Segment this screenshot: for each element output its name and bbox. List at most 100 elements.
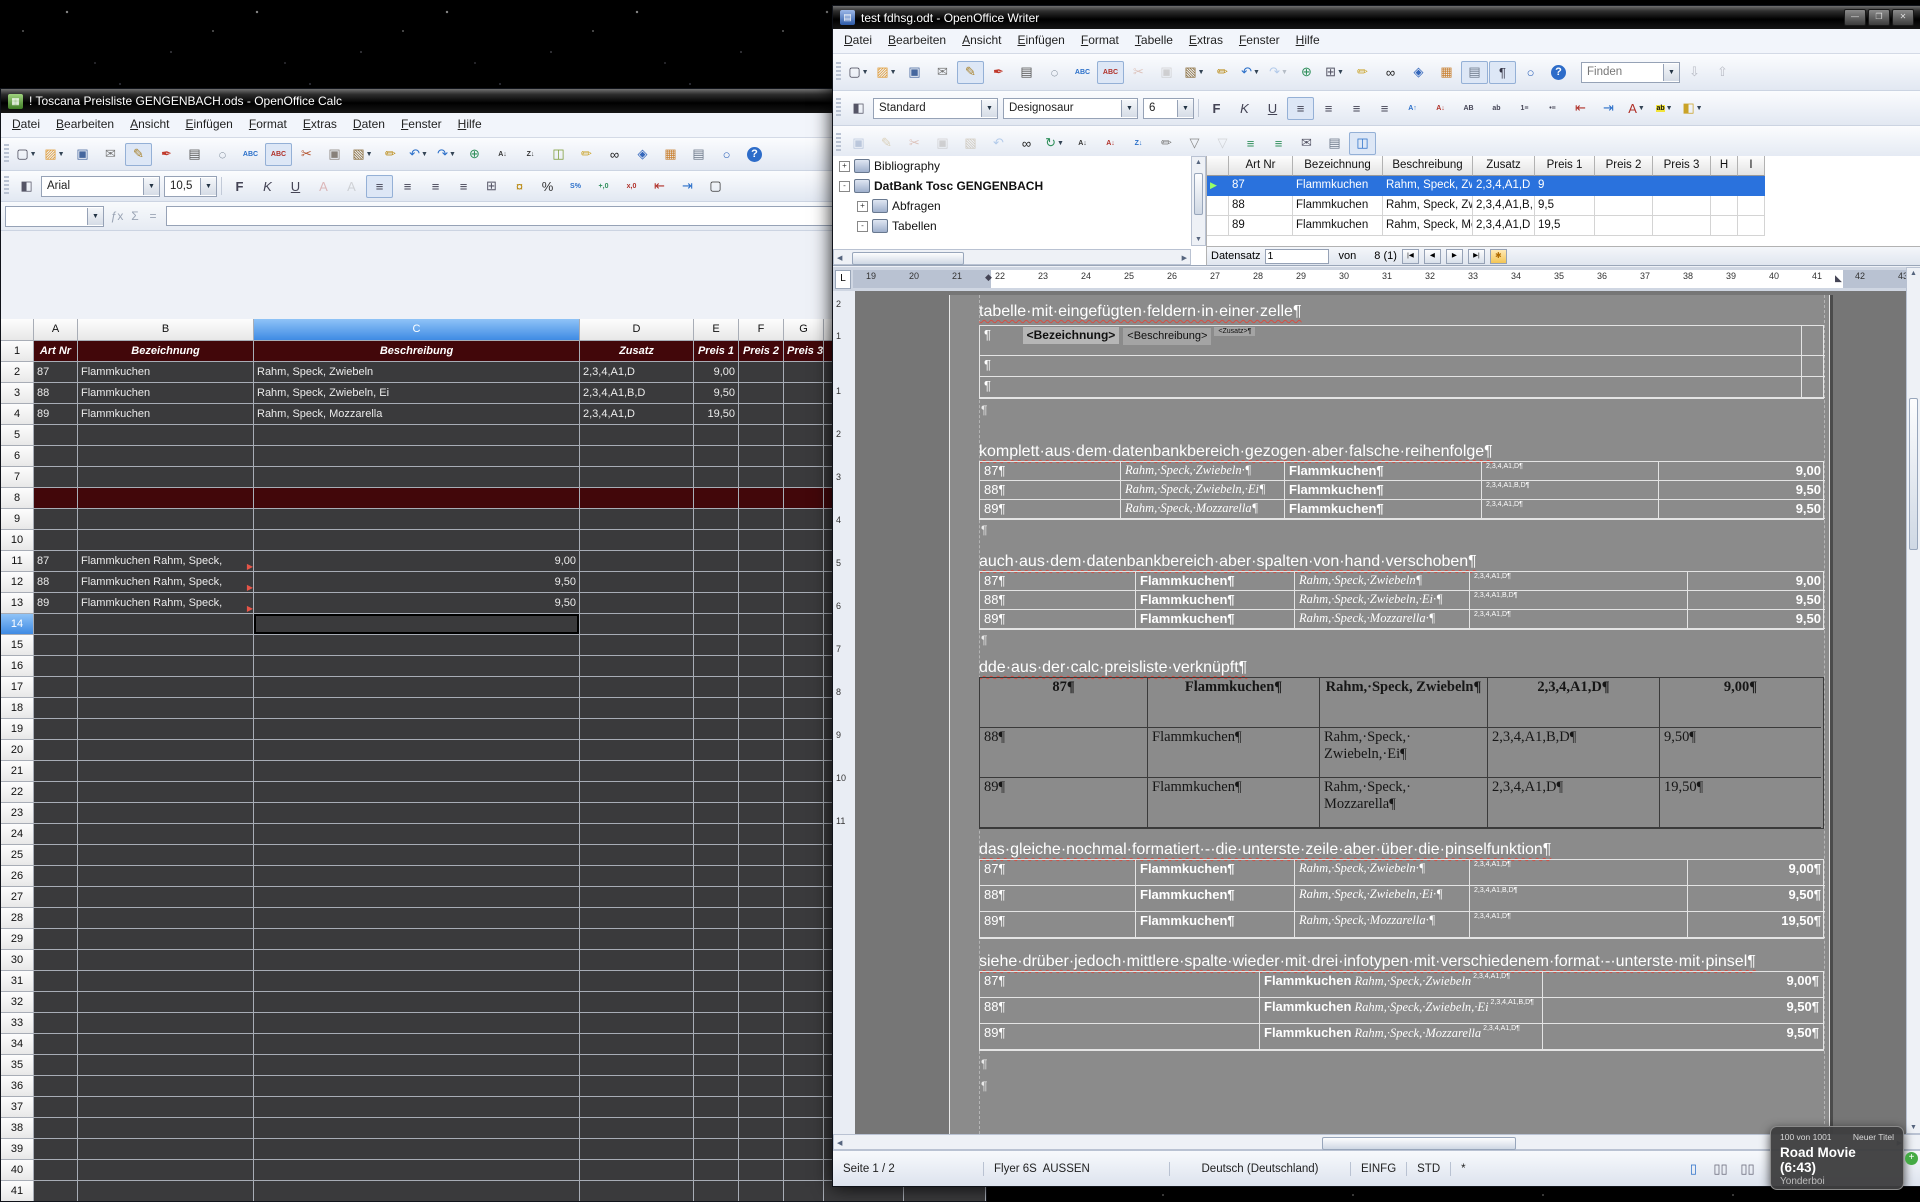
table-cell[interactable]: 88¶ bbox=[980, 998, 1260, 1024]
cell-C41[interactable] bbox=[254, 1181, 580, 1201]
cell-C18[interactable] bbox=[254, 698, 580, 719]
find-replace-icon[interactable]: ∞ bbox=[601, 143, 628, 166]
sort-descending-icon[interactable]: Z↓ bbox=[517, 143, 544, 166]
cell-A13[interactable]: 89 bbox=[34, 593, 78, 614]
table-row[interactable]: 87¶Flammkuchen¶Rahm,·Speck,·Zwiebeln¶2,3… bbox=[980, 572, 1823, 591]
cell-F35[interactable] bbox=[739, 1055, 784, 1076]
ds-cell[interactable] bbox=[1595, 176, 1653, 196]
table-cell[interactable]: 2,3,4,A1,D¶ bbox=[1482, 462, 1659, 481]
doc-table-wrong-order[interactable]: 87¶Rahm,·Speck,·Zwiebeln·¶Flammkuchen¶2,… bbox=[979, 461, 1824, 520]
previous-record-icon[interactable]: ◀ bbox=[1424, 249, 1441, 264]
cell-C26[interactable] bbox=[254, 866, 580, 887]
cut-icon[interactable]: ✂ bbox=[901, 132, 928, 155]
cell-C15[interactable] bbox=[254, 635, 580, 656]
hyperlink-icon[interactable]: ⊕ bbox=[1293, 61, 1320, 84]
table-row[interactable]: 88¶Flammkuchen¶Rahm,·Speck,·Zwiebeln,·Ei… bbox=[980, 591, 1823, 610]
column-header-B[interactable]: B bbox=[78, 319, 254, 341]
cell-G33[interactable] bbox=[784, 1013, 824, 1034]
cell-B6[interactable] bbox=[78, 446, 254, 467]
cell-C21[interactable] bbox=[254, 761, 580, 782]
cell-F4[interactable] bbox=[739, 404, 784, 425]
cell-G6[interactable] bbox=[784, 446, 824, 467]
cell-A35[interactable] bbox=[34, 1055, 78, 1076]
cell-E21[interactable] bbox=[694, 761, 739, 782]
highlighting-icon[interactable]: ab▼ bbox=[1651, 97, 1678, 120]
cell-C40[interactable] bbox=[254, 1160, 580, 1181]
formula-icon[interactable]: = bbox=[144, 209, 162, 223]
table-row[interactable]: 89¶Flammkuchen¶Rahm,·Speck,· Mozzarella¶… bbox=[980, 778, 1823, 828]
column-header-filler[interactable] bbox=[1, 319, 34, 341]
cell-F15[interactable] bbox=[739, 635, 784, 656]
cell-E23[interactable] bbox=[694, 803, 739, 824]
row-header-5[interactable]: 5 bbox=[1, 425, 34, 446]
table-cell[interactable]: 9,50 bbox=[1659, 481, 1825, 500]
cell-B25[interactable] bbox=[78, 845, 254, 866]
status-insert-mode[interactable]: EINFG bbox=[1351, 1163, 1406, 1175]
table-cell[interactable]: 87¶ bbox=[980, 572, 1136, 591]
cell-C24[interactable] bbox=[254, 824, 580, 845]
chevron-down-icon[interactable]: ▼ bbox=[87, 208, 103, 225]
align-justify-icon[interactable]: ≡ bbox=[450, 175, 477, 198]
cell-C25[interactable] bbox=[254, 845, 580, 866]
decrease-indent-icon[interactable]: ⇤ bbox=[646, 175, 673, 198]
chevron-down-icon[interactable]: ▼ bbox=[981, 100, 997, 117]
row-header-14[interactable]: 14 bbox=[1, 614, 34, 635]
doc-table-formatted[interactable]: 87¶Flammkuchen¶Rahm,·Speck,·Zwiebeln·¶2,… bbox=[979, 859, 1824, 939]
row-header-23[interactable]: 23 bbox=[1, 803, 34, 824]
record-number-input[interactable]: 1 bbox=[1265, 249, 1329, 264]
tree-item-abfragen[interactable]: +Abfragen bbox=[833, 196, 1206, 216]
doc-heading[interactable]: siehe·drüber·jedoch·mittlere·spalte·wied… bbox=[979, 953, 1756, 971]
gallery-icon[interactable]: ▦ bbox=[657, 143, 684, 166]
table-cell[interactable]: 2,3,4,A1,B,D¶ bbox=[1470, 591, 1688, 610]
open-icon[interactable]: ▨▼ bbox=[41, 143, 68, 166]
cell-F37[interactable] bbox=[739, 1097, 784, 1118]
cell-D2[interactable]: 2,3,4,A1,D bbox=[580, 362, 694, 383]
cell-D3[interactable]: 2,3,4,A1,B,D bbox=[580, 383, 694, 404]
cell-F3[interactable] bbox=[739, 383, 784, 404]
cell-A22[interactable] bbox=[34, 782, 78, 803]
cell-G27[interactable] bbox=[784, 887, 824, 908]
cell-F20[interactable] bbox=[739, 740, 784, 761]
cell-E30[interactable] bbox=[694, 950, 739, 971]
cell-C6[interactable] bbox=[254, 446, 580, 467]
menu-ansicht[interactable]: Ansicht bbox=[122, 114, 177, 136]
undo-icon[interactable]: ↶▼ bbox=[1237, 61, 1264, 84]
cell-D38[interactable] bbox=[580, 1118, 694, 1139]
chevron-down-icon[interactable]: ▼ bbox=[1121, 100, 1137, 117]
cell-D39[interactable] bbox=[580, 1139, 694, 1160]
ds-cell[interactable]: 89 bbox=[1229, 216, 1293, 236]
menu-datei[interactable]: Datei bbox=[4, 114, 48, 136]
table-cell[interactable]: 87¶ bbox=[980, 860, 1136, 886]
cell-C2[interactable]: Rahm, Speck, Zwiebeln bbox=[254, 362, 580, 383]
cell-A37[interactable] bbox=[34, 1097, 78, 1118]
uppercase-icon[interactable]: AB bbox=[1455, 97, 1482, 120]
table-cell[interactable]: 2,3,4,A1,B,D¶ bbox=[1470, 886, 1688, 912]
cell-A4[interactable]: 89 bbox=[34, 404, 78, 425]
reduce-font-icon[interactable]: A↓ bbox=[1427, 97, 1454, 120]
cell-D37[interactable] bbox=[580, 1097, 694, 1118]
view-multi-page-icon[interactable]: ▯▯ bbox=[1707, 1157, 1734, 1180]
table-cell[interactable]: Flammkuchen¶ bbox=[1148, 778, 1320, 828]
name-box[interactable]: ▼ bbox=[5, 206, 104, 227]
cell-D24[interactable] bbox=[580, 824, 694, 845]
row-header-30[interactable]: 30 bbox=[1, 950, 34, 971]
expander-icon[interactable]: + bbox=[857, 201, 868, 212]
ds-column-header-preis-3[interactable]: Preis 3 bbox=[1653, 156, 1711, 176]
cell-G7[interactable] bbox=[784, 467, 824, 488]
cell-B9[interactable] bbox=[78, 509, 254, 530]
table-row[interactable]: 88¶Rahm,·Speck,·Zwiebeln,·Ei¶Flammkuchen… bbox=[980, 481, 1823, 500]
ds-cell[interactable] bbox=[1595, 196, 1653, 216]
copy-icon[interactable]: ▣ bbox=[1153, 61, 1180, 84]
cell-C14[interactable] bbox=[254, 614, 580, 635]
cell-A31[interactable] bbox=[34, 971, 78, 992]
cell-D36[interactable] bbox=[580, 1076, 694, 1097]
cell-E8[interactable] bbox=[694, 488, 739, 509]
cell-G19[interactable] bbox=[784, 719, 824, 740]
align-center-icon[interactable]: ≡ bbox=[1315, 97, 1342, 120]
numbered-list-icon[interactable]: 1≡ bbox=[1511, 97, 1538, 120]
sort-ascending-icon[interactable]: A↓ bbox=[1097, 132, 1124, 155]
cell-F1[interactable]: Preis 2 bbox=[739, 341, 784, 362]
menu-hilfe[interactable]: Hilfe bbox=[450, 114, 490, 136]
row-header-38[interactable]: 38 bbox=[1, 1118, 34, 1139]
ds-column-header-art-nr[interactable]: Art Nr bbox=[1229, 156, 1293, 176]
